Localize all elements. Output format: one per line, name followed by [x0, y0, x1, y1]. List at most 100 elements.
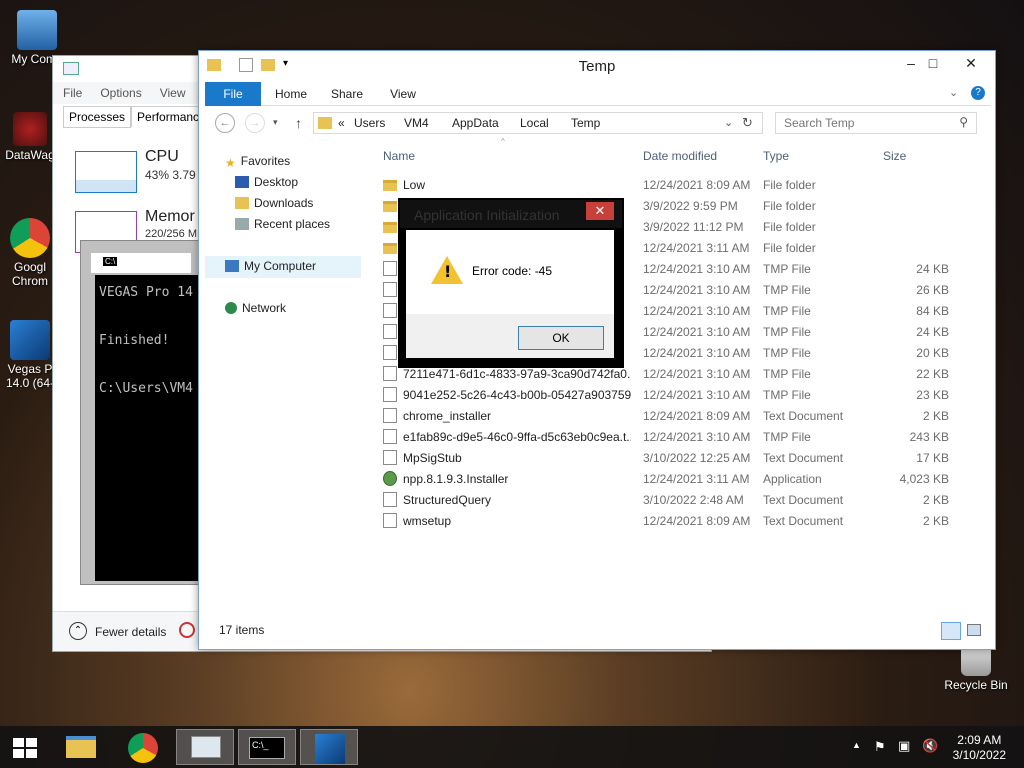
file-type: TMP File	[763, 346, 811, 360]
file-type: TMP File	[763, 304, 811, 318]
ok-button[interactable]: OK	[518, 326, 604, 350]
window-title: Temp	[578, 58, 616, 75]
table-row[interactable]: chrome_installer 12/24/2021 8:09 AM Text D…	[383, 405, 983, 426]
command-prompt-window[interactable]: C:\ VEGAS Pro 14 Finished! C:\Users\VM4	[80, 240, 204, 585]
search-input[interactable]: Search Temp ⚲	[775, 112, 977, 134]
file-date-modified: 12/24/2021 3:11 AM	[643, 241, 750, 255]
expand-ribbon-icon[interactable]: ⌄	[949, 86, 958, 99]
tab-home[interactable]: Home	[271, 82, 311, 106]
nav-recent-places[interactable]: Recent places	[235, 217, 330, 231]
resource-monitor-icon[interactable]	[179, 622, 195, 638]
breadcrumb-vm4[interactable]: VM4	[404, 116, 429, 130]
breadcrumb-appdata[interactable]: AppData	[452, 116, 499, 130]
file-date-modified: 12/24/2021 3:10 AM	[643, 346, 751, 360]
file-icon	[383, 408, 397, 423]
large-icons-view-button[interactable]	[967, 624, 981, 636]
file-date-modified: 12/24/2021 3:11 AM	[643, 472, 750, 486]
dialog-button-area: OK	[406, 314, 614, 358]
address-dropdown-icon[interactable]: ⌄	[724, 116, 733, 129]
computer-icon	[225, 260, 239, 272]
explorer-titlebar: ▾ Temp – □ ✕	[199, 51, 995, 81]
desktop-icon-chrome[interactable]: Googl Chrom	[0, 218, 60, 288]
address-bar[interactable]: « Users VM4 AppData Local Temp ⌄ ↻	[313, 112, 763, 134]
tab-processes[interactable]: Processes	[63, 106, 132, 128]
fewer-details-link[interactable]: Fewer details	[95, 625, 166, 639]
cmd-icon: C:\_	[249, 737, 285, 759]
file-icon	[383, 492, 397, 507]
breadcrumb-local[interactable]: Local	[520, 116, 549, 130]
file-date-modified: 3/9/2022 11:12 PM	[643, 220, 744, 234]
file-name: npp.8.1.9.3.Installer	[403, 472, 509, 486]
volume-muted-icon[interactable]: 🔇	[922, 738, 938, 754]
close-button[interactable]: ✕	[951, 53, 991, 73]
up-button[interactable]: ↑	[295, 115, 302, 131]
start-button[interactable]	[0, 729, 50, 765]
nav-desktop[interactable]: Desktop	[235, 175, 298, 189]
taskbar-file-explorer[interactable]	[52, 729, 110, 765]
recent-locations-dropdown[interactable]: ▾	[273, 117, 278, 128]
file-name: MpSigStub	[403, 451, 462, 465]
cmd-output: VEGAS Pro 14 Finished! C:\Users\VM4	[95, 275, 201, 581]
nav-favorites[interactable]: ★ Favorites	[225, 154, 291, 170]
help-icon[interactable]: ?	[971, 86, 985, 100]
menu-view[interactable]: View	[150, 82, 194, 100]
file-size: 20 KB	[916, 346, 949, 360]
file-icon	[383, 513, 397, 528]
file-size: 2 KB	[922, 409, 949, 423]
dialog-close-button[interactable]: ✕	[586, 202, 614, 220]
nav-downloads[interactable]: Downloads	[235, 196, 313, 210]
tab-view[interactable]: View	[383, 82, 423, 106]
table-row[interactable]: wmsetup 12/24/2021 8:09 AM Text Document 2 …	[383, 510, 983, 531]
table-row[interactable]: npp.8.1.9.3.Installer 12/24/2021 3:11 AM A…	[383, 468, 983, 489]
recycle-bin-icon	[961, 648, 991, 676]
file-size: 26 KB	[916, 283, 949, 297]
file-type: Text Document	[763, 514, 844, 528]
breadcrumb-users[interactable]: Users	[354, 116, 385, 130]
back-button[interactable]: ←	[215, 113, 235, 133]
desktop-icon-datawag[interactable]: DataWag	[0, 112, 60, 162]
memory-stats: 220/256 M	[145, 228, 197, 240]
file-size: 243 KB	[909, 430, 949, 444]
show-hidden-icons[interactable]: ▲	[852, 740, 861, 750]
table-row[interactable]: StructuredQuery 3/10/2022 2:48 AM Text Doc…	[383, 489, 983, 510]
column-size[interactable]: Size	[883, 149, 906, 163]
folder-icon	[383, 180, 397, 191]
network-icon	[225, 302, 237, 314]
taskbar-command-prompt[interactable]: C:\_	[238, 729, 296, 765]
tab-share[interactable]: Share	[327, 82, 367, 106]
menu-file[interactable]: File	[53, 82, 90, 100]
desktop-icon-vegas[interactable]: Vegas P 14.0 (64-	[0, 320, 60, 390]
error-dialog[interactable]: Application Initialization ✕ ! Error cod…	[398, 198, 624, 368]
menu-options[interactable]: Options	[90, 82, 149, 100]
nav-my-computer[interactable]: My Computer	[205, 256, 361, 278]
breadcrumb-temp[interactable]: Temp	[571, 116, 600, 130]
taskbar-vegas[interactable]	[300, 729, 358, 765]
column-type[interactable]: Type	[763, 149, 789, 163]
datawag-icon	[13, 112, 47, 146]
table-row[interactable]: Low 12/24/2021 8:09 AM File folder	[383, 174, 983, 195]
system-clock[interactable]: 2:09 AM 3/10/2022	[953, 733, 1006, 763]
address-folder-icon	[318, 117, 332, 129]
column-date-modified[interactable]: Date modified	[643, 149, 717, 163]
refresh-icon[interactable]: ↻	[742, 115, 753, 131]
taskbar-chrome[interactable]	[114, 729, 172, 765]
table-row[interactable]: e1fab89c-d9e5-46c0-9ffa-d5c63eb0c9ea.t..…	[383, 426, 983, 447]
tab-file[interactable]: File	[205, 82, 261, 106]
network-tray-icon[interactable]: ▣	[898, 738, 910, 754]
nav-label: Favorites	[240, 154, 291, 168]
desktop-icon-recycle-bin[interactable]: Recycle Bin	[936, 648, 1016, 692]
fewer-details-icon[interactable]: ⌃	[69, 622, 87, 640]
column-name[interactable]: Name	[383, 149, 415, 163]
details-view-button[interactable]	[941, 622, 961, 640]
table-row[interactable]: 9041e252-5c26-4c43-b00b-05427a903759....…	[383, 384, 983, 405]
nav-network[interactable]: Network	[225, 301, 286, 315]
breadcrumb-overflow[interactable]: «	[338, 116, 345, 130]
file-type: TMP File	[763, 430, 811, 444]
table-row[interactable]: MpSigStub 3/10/2022 12:25 AM Text Document…	[383, 447, 983, 468]
forward-button[interactable]: →	[245, 113, 265, 133]
maximize-button[interactable]: □	[919, 53, 947, 73]
action-center-icon[interactable]: ⚑	[874, 739, 886, 755]
taskbar-task-manager[interactable]	[176, 729, 234, 765]
cpu-graph[interactable]	[75, 151, 137, 193]
file-size: 17 KB	[916, 451, 949, 465]
